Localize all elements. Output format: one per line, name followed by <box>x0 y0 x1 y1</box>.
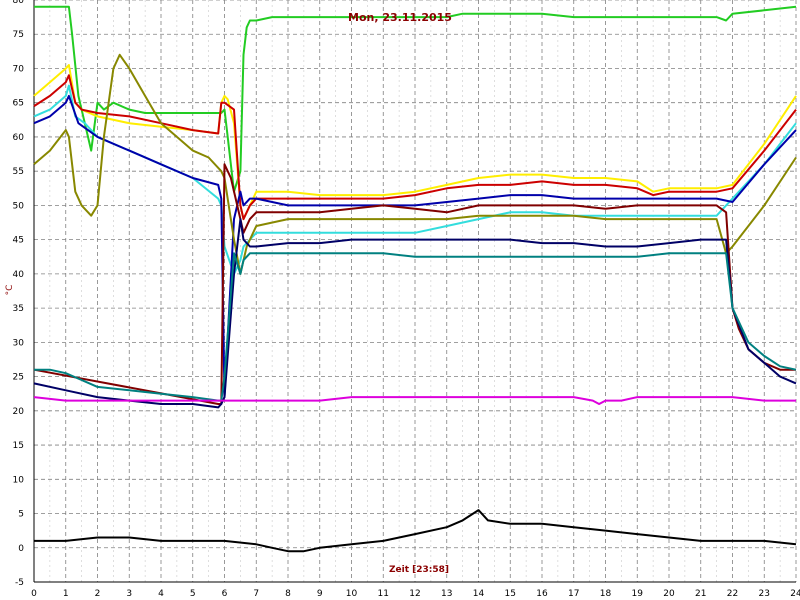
x-tick-label: 24 <box>790 589 800 599</box>
x-tick-label: 7 <box>253 589 259 599</box>
x-tick-label: 14 <box>473 589 485 599</box>
y-tick-label: 25 <box>13 373 24 383</box>
y-axis-label: °C <box>5 285 15 296</box>
y-tick-label: 50 <box>13 201 25 211</box>
x-tick-label: 0 <box>31 589 37 599</box>
y-tick-label: 70 <box>13 64 25 74</box>
x-tick-label: 6 <box>222 589 228 599</box>
x-tick-label: 2 <box>95 589 101 599</box>
x-tick-label: 18 <box>600 589 612 599</box>
x-tick-label: 12 <box>409 589 420 599</box>
x-tick-label: 8 <box>285 589 291 599</box>
x-axis-label: Zeit [23:58] <box>389 565 449 575</box>
y-tick-label: 0 <box>18 544 24 554</box>
x-tick-label: 9 <box>317 589 323 599</box>
x-tick-label: 22 <box>727 589 738 599</box>
temperature-chart: 0 1 2 3 4 5 6 7 8 9 10 11 12 13 14 15 16 17 18 19 20 21 22 23 24… <box>5 0 800 599</box>
x-tick-label: 11 <box>378 589 389 599</box>
x-tick-label: 21 <box>695 589 706 599</box>
y-tick-label: 10 <box>13 475 25 485</box>
chart-root: 0 1 2 3 4 5 6 7 8 9 10 11 12 13 14 15 16 17 18 19 20 21 22 23 24… <box>0 0 800 600</box>
x-tick-label: 4 <box>158 589 164 599</box>
x-tick-label: 16 <box>536 589 548 599</box>
x-tick-label: 13 <box>441 589 452 599</box>
chart-title: Mon, 23.11.2015 <box>348 11 452 24</box>
y-tick-label: 5 <box>18 510 24 520</box>
x-tick-label: 5 <box>190 589 196 599</box>
y-tick-label: 35 <box>13 304 24 314</box>
y-tick-label: 40 <box>13 270 25 280</box>
x-tick-label: 20 <box>663 589 675 599</box>
y-tick-label: 65 <box>13 99 24 109</box>
y-tick-label: 55 <box>13 167 24 177</box>
x-tick-label: 10 <box>346 589 358 599</box>
y-tick-label: 45 <box>13 236 24 246</box>
y-tick-label: 60 <box>13 133 25 143</box>
y-tick-label: 20 <box>13 407 25 417</box>
y-tick-label: -5 <box>15 578 24 588</box>
y-tick-label: 30 <box>13 338 25 348</box>
x-tick-label: 17 <box>568 589 579 599</box>
x-tick-label: 19 <box>632 589 644 599</box>
x-tick-label: 3 <box>126 589 132 599</box>
y-tick-label: 15 <box>13 441 24 451</box>
y-tick-label: 75 <box>13 30 24 40</box>
x-tick-label: 15 <box>505 589 516 599</box>
y-tick-label: 80 <box>13 0 25 6</box>
x-tick-label: 1 <box>63 589 69 599</box>
x-tick-label: 23 <box>759 589 770 599</box>
